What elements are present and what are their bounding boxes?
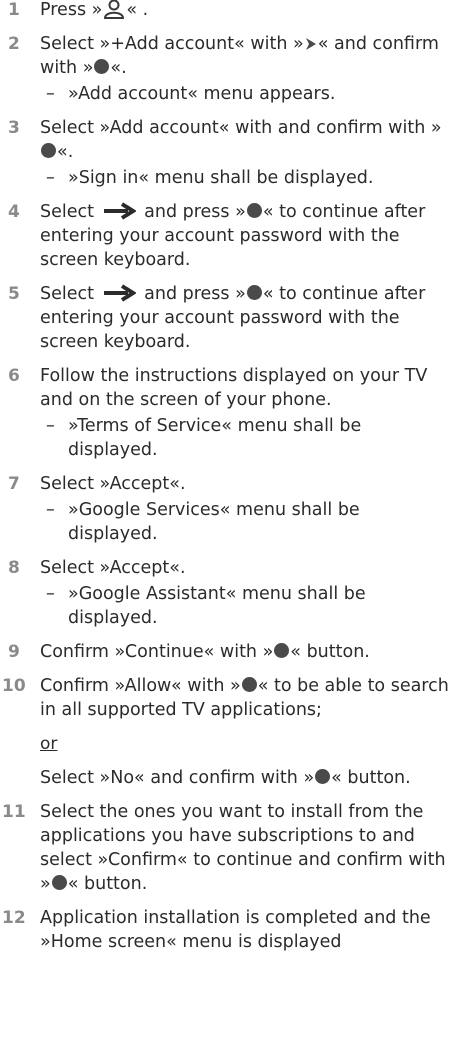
dash: –: [46, 500, 55, 520]
step-1: 1 Press » « .: [0, 0, 459, 22]
step-number: 8: [8, 558, 20, 578]
step-text: Follow the instructions displayed on you…: [40, 366, 428, 410]
dash: –: [46, 84, 55, 104]
step-result: – »Google Services« menu shall be display…: [40, 498, 453, 546]
step-result: – »Terms of Service« menu shall be displa…: [40, 414, 453, 462]
ok-button-icon: [94, 59, 110, 74]
step-result-text: »Google Services« menu shall be displaye…: [68, 500, 360, 544]
step-text: and press »: [138, 202, 246, 222]
step-text: Select: [40, 284, 100, 304]
ok-button-icon: [246, 203, 262, 218]
step-result: – »Google Assistant« menu shall be displa…: [40, 582, 453, 630]
step-10: 10 Confirm »Allow« with » « to be able to…: [0, 674, 459, 790]
step-number: 11: [2, 802, 26, 822]
step-text: and press »: [138, 284, 246, 304]
step-result: – »Add account« menu appears.: [40, 82, 453, 106]
step-text: «.: [110, 58, 127, 78]
step-text: « button.: [331, 768, 411, 788]
alternative-step: Select »No« and confirm with » « button.: [40, 766, 453, 790]
step-result-text: »Sign in« menu shall be displayed.: [68, 168, 374, 188]
step-number: 12: [2, 908, 26, 928]
step-number: 7: [8, 474, 20, 494]
step-result-text: »Terms of Service« menu shall be display…: [68, 416, 362, 460]
ok-button-icon: [241, 677, 257, 692]
or-separator: or: [40, 734, 58, 754]
step-5: 5 Select and press » « to continue after …: [0, 282, 459, 354]
ok-button-icon: [41, 143, 56, 158]
dash: –: [46, 168, 55, 188]
step-text: Confirm »Continue« with »: [40, 642, 274, 662]
step-number: 4: [8, 202, 20, 222]
step-4: 4 Select and press » « to continue after …: [0, 200, 459, 272]
arrow-right-icon: [103, 202, 136, 220]
step-text: Press »: [40, 0, 103, 20]
step-12: 12 Application installation is completed…: [0, 906, 459, 954]
step-text: Select »Accept«.: [40, 558, 186, 578]
step-8: 8 Select »Accept«. – »Google Assistant« m…: [0, 556, 459, 630]
step-text: «.: [57, 142, 74, 162]
dash: –: [46, 584, 55, 604]
step-text: « .: [126, 0, 149, 20]
step-number: 6: [8, 366, 20, 386]
step-text: Select »Accept«.: [40, 474, 186, 494]
instruction-page: 1 Press » « . 2 Select »+Add account« wit…: [0, 0, 459, 964]
ok-button-icon: [274, 643, 290, 658]
dash: –: [46, 416, 55, 436]
ok-button-icon: [246, 285, 262, 300]
step-text: Select »No« and confirm with »: [40, 768, 315, 788]
person-icon: [104, 0, 125, 19]
step-text: Select: [40, 202, 100, 222]
step-number: 5: [8, 284, 20, 304]
step-text: Application installation is completed an…: [40, 908, 431, 952]
arrow-right-icon: [103, 284, 136, 302]
step-3: 3 Select »Add account« with and confirm …: [0, 116, 459, 190]
step-7: 7 Select »Accept«. – »Google Services« me…: [0, 472, 459, 546]
step-text: Select »Add account« with and confirm wi…: [40, 118, 442, 138]
step-number: 9: [8, 642, 20, 662]
step-number: 2: [8, 34, 20, 54]
step-text: « button.: [67, 874, 148, 894]
step-9: 9 Confirm »Continue« with » « button.: [0, 640, 459, 664]
step-result-text: »Add account« menu appears.: [68, 84, 336, 104]
step-6: 6 Follow the instructions displayed on y…: [0, 364, 459, 462]
step-number: 1: [8, 0, 20, 20]
step-text: Confirm »Allow« with »: [40, 676, 241, 696]
ok-button-icon: [315, 769, 331, 784]
step-text: Select »+Add account« with »: [40, 34, 304, 54]
step-result-text: »Google Assistant« menu shall be display…: [68, 584, 366, 628]
step-11: 11 Select the ones you want to install f…: [0, 800, 459, 896]
ok-button-icon: [51, 875, 67, 890]
step-number: 10: [2, 676, 26, 696]
step-result: – »Sign in« menu shall be displayed.: [40, 166, 453, 190]
step-2: 2 Select »+Add account« with » « and conf…: [0, 32, 459, 106]
step-text: « button.: [290, 642, 370, 662]
step-number: 3: [8, 118, 20, 138]
right-arrow-key-icon: [305, 38, 316, 50]
